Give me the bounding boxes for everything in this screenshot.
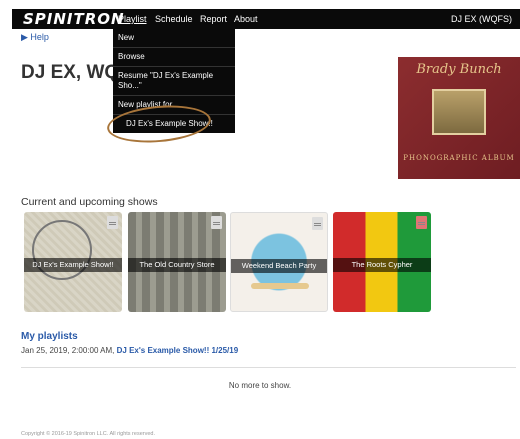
album-art: Brady Bunch PHONOGRAPHIC ALBUM xyxy=(398,57,520,179)
show-card-roots-cypher[interactable]: The Roots Cypher xyxy=(333,212,431,312)
nav-report[interactable]: Report xyxy=(200,13,227,25)
nav-schedule[interactable]: Schedule xyxy=(155,13,193,25)
document-icon xyxy=(416,216,427,229)
nav-user-menu[interactable]: DJ EX (WQFS) xyxy=(451,13,512,25)
menu-item-resume[interactable]: Resume "DJ Ex's Example Sho..." xyxy=(113,66,235,95)
brand-logo[interactable]: SPINITRON xyxy=(23,10,125,28)
album-subtitle: PHONOGRAPHIC ALBUM xyxy=(403,154,515,162)
show-card-example[interactable]: DJ Ex's Example Show!! xyxy=(24,212,122,312)
album-title: Brady Bunch xyxy=(416,62,502,77)
nav-playlist[interactable]: Playlist xyxy=(118,13,147,25)
playlist-row: Jan 25, 2019, 2:00:00 AM, DJ Ex's Exampl… xyxy=(21,345,238,356)
section-title: Current and upcoming shows xyxy=(21,196,158,208)
show-label: The Roots Cypher xyxy=(333,258,431,272)
show-card-beach-party[interactable]: Weekend Beach Party xyxy=(230,212,328,312)
show-label: The Old Country Store xyxy=(128,258,226,272)
my-playlists-heading[interactable]: My playlists xyxy=(21,331,78,343)
no-more-text: No more to show. xyxy=(228,381,292,390)
playlist-link[interactable]: DJ Ex's Example Show!! 1/25/19 xyxy=(117,346,239,355)
show-label: DJ Ex's Example Show!! xyxy=(24,258,122,272)
document-icon xyxy=(312,217,323,230)
playlist-date: Jan 25, 2019, 2:00:00 AM, xyxy=(21,346,115,355)
nav-about[interactable]: About xyxy=(234,13,258,25)
show-card-old-country[interactable]: The Old Country Store xyxy=(128,212,226,312)
show-label: Weekend Beach Party xyxy=(231,259,327,273)
help-link[interactable]: ▶ Help xyxy=(21,31,49,43)
menu-item-browse[interactable]: Browse xyxy=(113,47,235,66)
menu-item-new[interactable]: New xyxy=(113,29,235,47)
show-art xyxy=(251,283,309,289)
album-photo xyxy=(432,89,486,135)
copyright: Copyright © 2016-19 Spinitron LLC. All r… xyxy=(21,431,155,437)
document-icon xyxy=(107,216,118,229)
divider xyxy=(21,367,516,368)
document-icon xyxy=(211,216,222,229)
top-navbar: SPINITRON Playlist Schedule Report About… xyxy=(12,9,520,29)
